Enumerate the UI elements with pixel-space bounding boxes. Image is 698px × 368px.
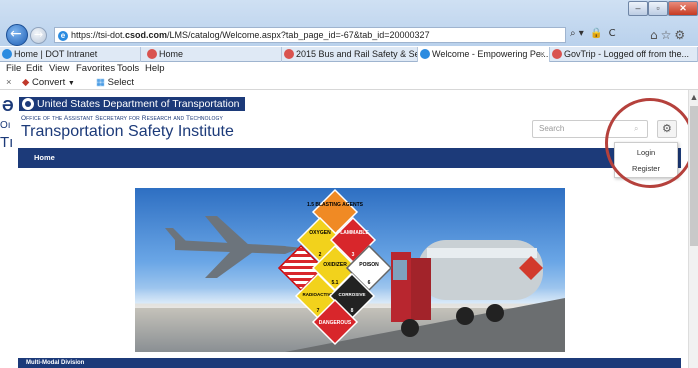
tab-welcome[interactable]: Welcome - Empowering Pe... × [418, 47, 550, 62]
address-bar: e https://tsi-dot.csod.com/LMS/catalog/W… [54, 27, 678, 44]
home-icon[interactable]: ⌂ [650, 28, 661, 42]
dot-banner[interactable]: United States Department of Transportati… [19, 97, 245, 111]
convert-label: Convert [31, 77, 66, 88]
nav-home-link[interactable]: Home [34, 148, 55, 168]
agency-name: United States Department of Transportati… [37, 98, 240, 110]
tab-dot-intranet[interactable]: Home | DOT Intranet [0, 47, 141, 62]
url-suffix: /LMS/catalog/Welcome.aspx?tab_page_id=-6… [167, 30, 430, 40]
scroll-thumb[interactable] [690, 106, 698, 246]
tab-favicon-icon [2, 49, 12, 59]
lock-icon[interactable]: 🔒 [590, 28, 602, 39]
web-page: United States Department of Transportati… [0, 90, 690, 368]
hazmat-label: RADIOACTIVE [302, 292, 333, 297]
favorites-star-icon[interactable]: ☆ [661, 28, 675, 42]
dot-logo-icon [22, 98, 34, 110]
tab-favicon-icon [284, 49, 294, 59]
artifact-glyph: Tı [0, 134, 14, 151]
hazmat-number: 2 [319, 252, 322, 258]
hazmat-label: FLAMMABLE [337, 230, 369, 236]
forward-button[interactable]: → [30, 27, 47, 44]
main-nav: Home [18, 148, 681, 168]
close-window-button[interactable]: ✕ [668, 1, 698, 16]
ie-logo-icon: e [58, 31, 68, 41]
tab-label: 2015 Bus and Rail Safety & Sec... [296, 49, 417, 59]
browser-titlebar: ← → e https://tsi-dot.csod.com/LMS/catal… [0, 0, 698, 46]
dropdown-arrow-icon: ▼ [67, 80, 75, 87]
office-name: Office of the Assistant Secretary for Re… [21, 115, 223, 122]
maximize-button[interactable]: ▫ [648, 1, 668, 16]
tab-label: GovTrip - Logged off from the... [564, 49, 690, 59]
search-placeholder: Search [539, 124, 565, 133]
select-icon: ▦ [96, 77, 105, 88]
hazmat-label: DANGEROUS [319, 320, 352, 326]
back-button[interactable]: ← [6, 24, 28, 46]
scroll-up-arrow-icon[interactable]: ▲ [689, 92, 698, 102]
hazmat-label: 1.5 BLASTING AGENTS [307, 202, 364, 208]
tab-close-icon[interactable]: × [540, 47, 545, 61]
url-domain: csod.com [125, 30, 168, 40]
search-dropdown-icon[interactable]: ⌕ ▾ [570, 28, 584, 39]
menu-help[interactable]: Help [145, 62, 165, 76]
highlight-circle-annotation [605, 98, 690, 188]
hazmat-label: POISON [359, 262, 379, 268]
hazmat-label: OXIDIZER [323, 262, 347, 268]
menu-edit[interactable]: Edit [26, 62, 42, 76]
convert-button[interactable]: ◆ Convert ▼ [22, 76, 75, 91]
back-arrow-icon: ← [10, 26, 22, 42]
artifact-glyph: Oı [0, 120, 11, 131]
vertical-scrollbar[interactable]: ▲ [688, 90, 698, 368]
hazmat-number: 7 [317, 308, 320, 314]
hazmat-label: CORROSIVE [338, 292, 365, 297]
page-title[interactable]: Transportation Safety Institute [21, 123, 234, 141]
artifact-glyph: Ә [2, 98, 14, 115]
tab-govtrip[interactable]: GovTrip - Logged off from the... [550, 47, 698, 62]
hazmat-number: 3 [352, 252, 355, 258]
tab-favicon-icon [420, 49, 430, 59]
url-prefix: https://tsi-dot. [71, 30, 126, 40]
select-button[interactable]: ▦ Select [96, 76, 134, 90]
tab-home[interactable]: Home [141, 47, 282, 62]
select-label: Select [107, 77, 135, 88]
hero-illustration: 1.5 BLASTING AGENTS OXYGEN 2 FLAMMABLE 3… [165, 188, 565, 352]
hero-image: 1.5 BLASTING AGENTS OXYGEN 2 FLAMMABLE 3… [135, 188, 565, 352]
hazmat-number: 6 [368, 280, 371, 286]
tab-label: Home | DOT Intranet [14, 49, 98, 59]
menu-favorites[interactable]: Favorites [76, 62, 115, 76]
hazmat-number: 8 [351, 308, 354, 314]
tab-favicon-icon [552, 49, 562, 59]
convert-icon: ◆ [22, 77, 30, 88]
settings-gear-icon[interactable]: ⚙ [674, 28, 688, 42]
tab-label: Home [159, 49, 184, 59]
command-bar: × ◆ Convert ▼ ▦ Select [0, 76, 698, 90]
minimize-button[interactable]: – [628, 1, 648, 16]
menu-view[interactable]: View [49, 62, 69, 76]
url-input[interactable]: e https://tsi-dot.csod.com/LMS/catalog/W… [54, 27, 566, 43]
tab-favicon-icon [147, 49, 157, 59]
menu-file[interactable]: File [6, 62, 21, 76]
tab-label: Welcome - Empowering Pe... [432, 49, 549, 59]
address-tools: ⌕ ▾ 🔒 C [570, 28, 619, 39]
refresh-icon[interactable]: C [609, 28, 616, 39]
forward-arrow-icon: → [34, 28, 44, 41]
tab-bus-rail-safety[interactable]: 2015 Bus and Rail Safety & Sec... [282, 47, 418, 62]
close-command-icon[interactable]: × [6, 76, 12, 90]
menu-bar: File Edit View Favorites Tools Help [0, 62, 698, 76]
hazmat-number: 5.1 [332, 280, 339, 286]
window-controls: – ▫ ✕ [628, 1, 698, 17]
section-title: Multi-Modal Division [26, 360, 85, 366]
section-header: Multi-Modal Division [18, 358, 681, 368]
browser-toolbar-icons: ⌂☆⚙ [650, 28, 688, 42]
hazmat-placards: 1.5 BLASTING AGENTS OXYGEN 2 FLAMMABLE 3… [277, 188, 393, 346]
hazmat-label: OXYGEN [309, 230, 331, 236]
background-window-artifact: Ә Oı Tı [0, 98, 22, 156]
menu-tools[interactable]: Tools [117, 62, 139, 76]
tab-bar: Home | DOT Intranet Home 2015 Bus and Ra… [0, 47, 698, 62]
